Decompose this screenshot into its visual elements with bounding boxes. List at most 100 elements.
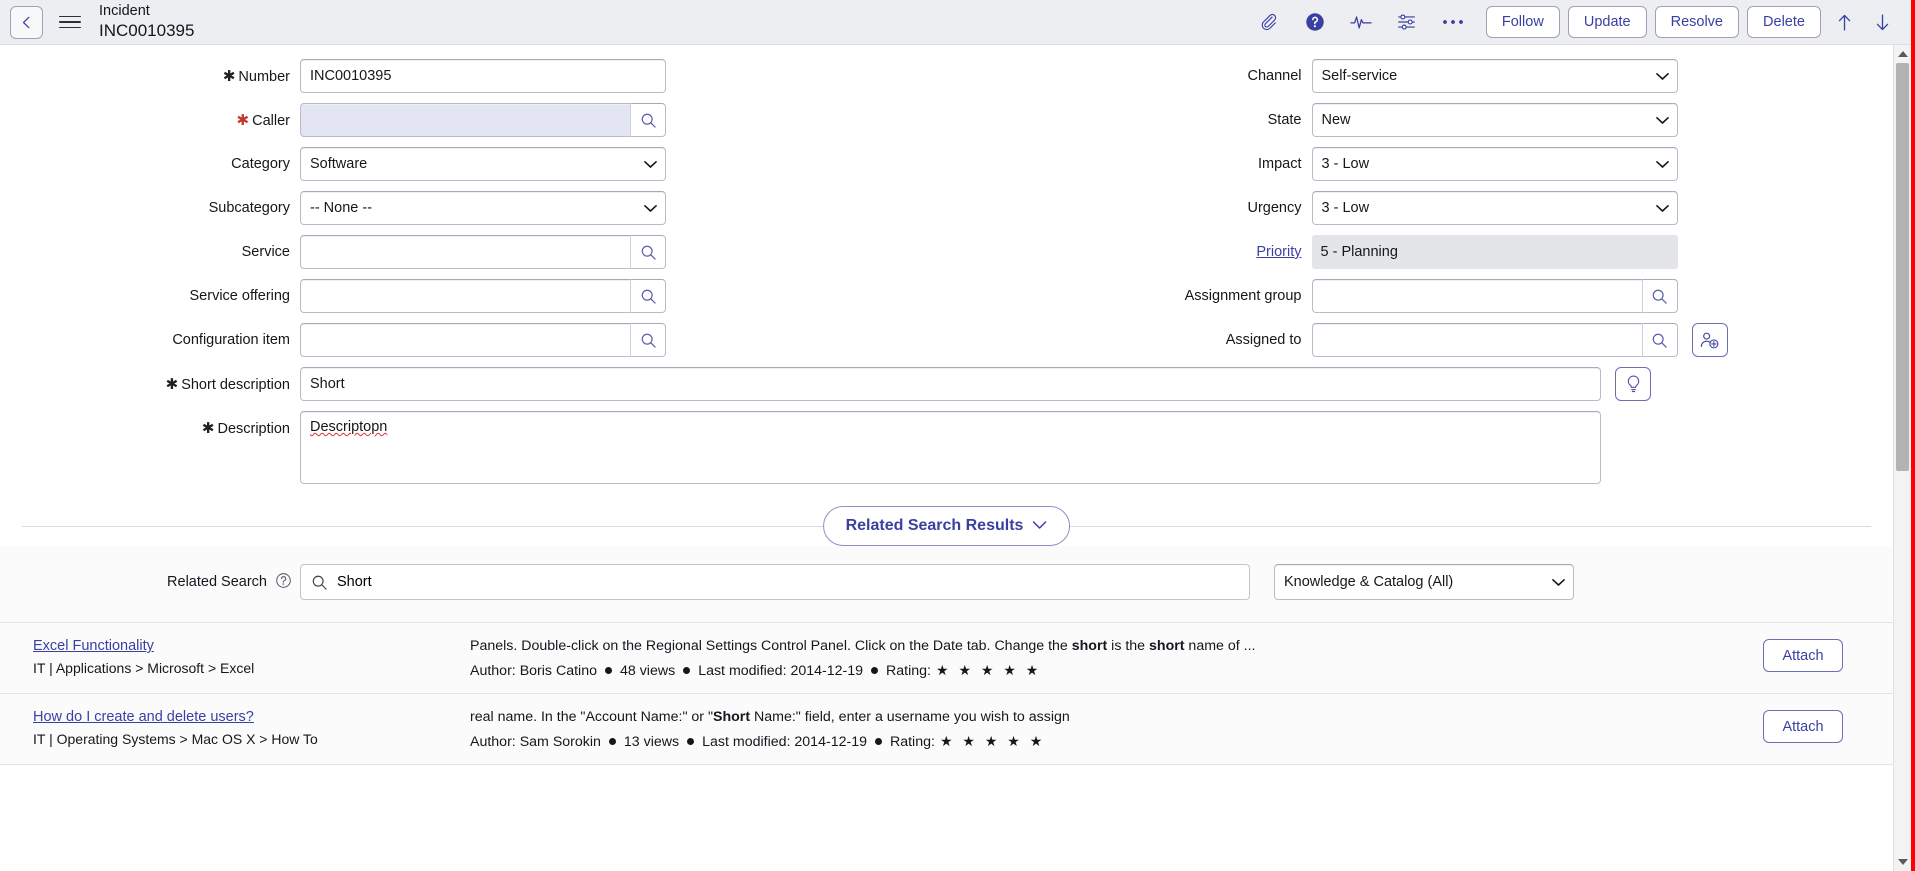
result-details: Panels. Double-click on the Regional Set… bbox=[470, 637, 1713, 679]
delete-button[interactable]: Delete bbox=[1747, 6, 1821, 38]
assignment-group-lookup-button[interactable] bbox=[1641, 279, 1678, 313]
previous-record-button[interactable] bbox=[1829, 7, 1859, 37]
update-button[interactable]: Update bbox=[1567, 6, 1647, 38]
result-rating-stars: ★ ★ ★ ★ ★ bbox=[936, 662, 1042, 679]
description-textarea[interactable] bbox=[300, 411, 1601, 484]
subcategory-select[interactable]: -- None -- bbox=[300, 191, 666, 225]
question-circle-icon[interactable] bbox=[275, 572, 292, 593]
result-row: Excel Functionality IT | Applications > … bbox=[0, 622, 1893, 695]
meta-separator-dot bbox=[687, 738, 695, 746]
back-button[interactable] bbox=[10, 5, 43, 39]
form-scroll-area: ✱Number ✱Caller bbox=[0, 45, 1893, 871]
knowledge-suggestion-button[interactable] bbox=[1615, 367, 1651, 401]
field-row-channel: Channel Self-service bbox=[947, 59, 1894, 93]
number-input[interactable] bbox=[300, 59, 666, 93]
field-row-assigned-to: Assigned to bbox=[947, 323, 1894, 357]
follow-button[interactable]: Follow bbox=[1485, 6, 1560, 38]
hamburger-icon[interactable] bbox=[59, 11, 81, 33]
related-search-results-toggle[interactable]: Related Search Results bbox=[822, 506, 1071, 546]
impact-select[interactable]: 3 - Low bbox=[1311, 147, 1678, 181]
label-channel: Channel bbox=[1247, 68, 1302, 84]
scrollbar-thumb[interactable] bbox=[1896, 63, 1909, 471]
configuration-item-input[interactable] bbox=[300, 323, 630, 357]
label-state: State bbox=[1267, 112, 1302, 128]
configuration-item-lookup-button[interactable] bbox=[630, 323, 666, 357]
more-icon[interactable] bbox=[1440, 9, 1466, 35]
assign-to-me-icon bbox=[1700, 332, 1719, 349]
category-select[interactable]: Software bbox=[300, 147, 666, 181]
assignment-group-reference-field bbox=[1311, 279, 1678, 313]
result-rating-label: Rating: bbox=[889, 733, 935, 750]
result-views: 48 views bbox=[619, 662, 676, 679]
scroll-up-button[interactable] bbox=[1894, 45, 1911, 63]
assigned-to-input[interactable] bbox=[1311, 323, 1642, 357]
personalize-icon[interactable] bbox=[1394, 9, 1420, 35]
result-row: How do I create and delete users? IT | O… bbox=[0, 694, 1893, 766]
short-description-input[interactable] bbox=[300, 367, 1601, 401]
caller-input[interactable] bbox=[300, 103, 630, 137]
result-views: 13 views bbox=[623, 733, 680, 750]
result-action: Attach bbox=[1713, 637, 1893, 672]
attach-button[interactable]: Attach bbox=[1763, 710, 1843, 744]
assign-to-me-button[interactable] bbox=[1691, 323, 1728, 357]
required-indicator: ✱ bbox=[165, 376, 179, 393]
required-indicator: ✱ bbox=[201, 420, 215, 437]
result-action: Attach bbox=[1713, 708, 1893, 744]
service-offering-lookup-button[interactable] bbox=[630, 279, 666, 313]
result-modified: 2014-12-19 bbox=[794, 733, 867, 750]
form-body: ✱Number ✱Caller bbox=[0, 45, 1911, 871]
related-search-scope-select[interactable]: Knowledge & Catalog (All) bbox=[1274, 564, 1574, 600]
related-search-field bbox=[300, 564, 1250, 600]
related-search-controls: Related Search Short Knowledge & Catalog… bbox=[0, 564, 1893, 600]
service-offering-reference-field bbox=[300, 279, 666, 313]
service-offering-input[interactable] bbox=[300, 279, 630, 313]
field-row-category: Category Software bbox=[0, 147, 947, 181]
field-row-priority: Priority 5 - Planning bbox=[947, 235, 1894, 269]
result-path: IT | Operating Systems > Mac OS X > How … bbox=[33, 731, 318, 748]
related-search-input[interactable] bbox=[300, 564, 1250, 600]
result-modified-label: Last modified: bbox=[698, 662, 787, 679]
field-row-number: ✱ Number bbox=[0, 59, 947, 93]
result-title-link[interactable]: How do I create and delete users? bbox=[33, 709, 254, 725]
lightbulb-icon bbox=[1627, 375, 1639, 393]
field-row-subcategory: Subcategory -- None -- bbox=[0, 191, 947, 225]
state-select[interactable]: New bbox=[1311, 103, 1678, 137]
resolve-button[interactable]: Resolve bbox=[1654, 6, 1739, 38]
label-assignment-group: Assignment group bbox=[1184, 288, 1302, 304]
scroll-down-button[interactable] bbox=[1894, 853, 1911, 871]
service-lookup-button[interactable] bbox=[630, 235, 666, 269]
caller-lookup-button[interactable] bbox=[630, 103, 666, 137]
assignment-group-input[interactable] bbox=[1311, 279, 1642, 313]
next-record-button[interactable] bbox=[1867, 7, 1897, 37]
scope-select-wrap: Knowledge & Catalog (All) bbox=[1274, 564, 1574, 600]
vertical-scrollbar[interactable] bbox=[1893, 45, 1911, 871]
field-row-configuration-item: Configuration item bbox=[0, 323, 947, 357]
urgency-select[interactable]: 3 - Low bbox=[1311, 191, 1678, 225]
result-metadata: Author: Boris Catino 48 views Last modif… bbox=[470, 662, 1693, 679]
search-icon bbox=[641, 113, 656, 128]
record-number-label: INC0010395 bbox=[99, 20, 195, 40]
label-subcategory: Subcategory bbox=[208, 200, 290, 216]
search-icon bbox=[641, 333, 656, 348]
meta-separator-dot bbox=[604, 667, 612, 675]
form-columns: ✱Number ✱Caller bbox=[0, 59, 1893, 367]
help-icon[interactable] bbox=[1302, 9, 1328, 35]
header-action-buttons: Follow Update Resolve Delete bbox=[1485, 6, 1821, 38]
arrow-down-icon bbox=[1876, 13, 1888, 30]
result-title-link[interactable]: Excel Functionality bbox=[33, 638, 154, 654]
meta-separator-dot bbox=[608, 738, 616, 746]
result-modified: 2014-12-19 bbox=[790, 662, 864, 679]
channel-select[interactable]: Self-service bbox=[1311, 59, 1678, 93]
configuration-item-reference-field bbox=[300, 323, 666, 357]
attachment-icon[interactable] bbox=[1256, 9, 1282, 35]
required-indicator: ✱ bbox=[222, 68, 236, 85]
label-impact: Impact bbox=[1257, 156, 1302, 172]
related-search-label-group: Related Search bbox=[0, 572, 300, 593]
caller-reference-field bbox=[300, 103, 666, 137]
activity-icon[interactable] bbox=[1348, 9, 1374, 35]
assigned-to-lookup-button[interactable] bbox=[1641, 323, 1678, 357]
service-input[interactable] bbox=[300, 235, 630, 269]
priority-info-link[interactable]: Priority bbox=[1256, 244, 1301, 260]
result-author-label: Author: bbox=[470, 733, 516, 750]
attach-button[interactable]: Attach bbox=[1763, 639, 1843, 672]
